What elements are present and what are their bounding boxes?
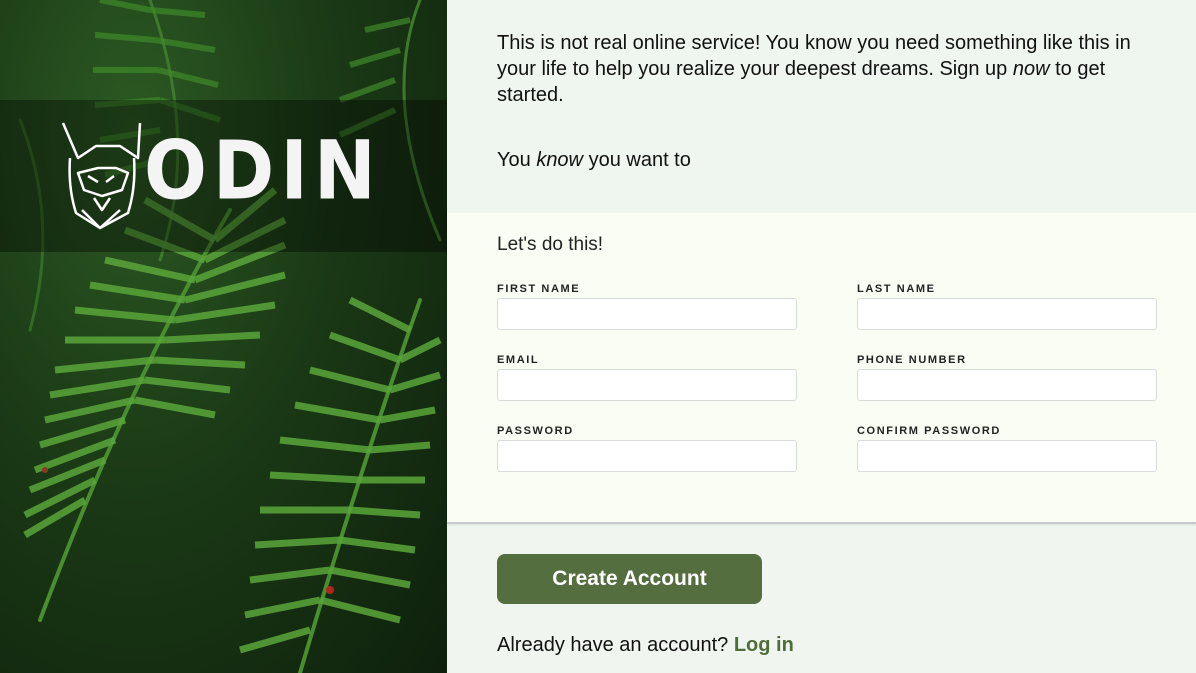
confirm-password-label: CONFIRM PASSWORD xyxy=(857,425,1001,437)
subline-end: you want to xyxy=(583,149,691,171)
intro-text-emphasis: now xyxy=(1012,58,1050,80)
subline-start: You xyxy=(497,149,537,171)
login-link[interactable]: Log in xyxy=(734,634,794,656)
actions-section: Create Account Already have an account? … xyxy=(447,526,1196,673)
signup-panel: This is not real online service! You kno… xyxy=(447,0,1196,673)
phone-input[interactable] xyxy=(857,369,1157,401)
subline-emphasis: know xyxy=(536,149,584,171)
logo-text: ODIN xyxy=(144,123,382,219)
password-input[interactable] xyxy=(497,440,797,472)
create-account-button[interactable]: Create Account xyxy=(497,554,762,604)
login-prompt: Already have an account? Log in xyxy=(497,634,794,657)
phone-label: PHONE NUMBER xyxy=(857,354,967,366)
email-input[interactable] xyxy=(497,369,797,401)
first-name-input[interactable] xyxy=(497,298,797,330)
brand-logo: ODIN xyxy=(58,118,376,238)
login-prompt-text: Already have an account? xyxy=(497,634,729,656)
email-field: EMAIL xyxy=(497,353,797,401)
form-title: Let's do this! xyxy=(497,234,604,255)
signup-form: Let's do this! FIRST NAME LAST NAME EMAI… xyxy=(447,213,1196,524)
last-name-label: LAST NAME xyxy=(857,283,936,295)
first-name-label: FIRST NAME xyxy=(497,283,581,295)
intro-section: This is not real online service! You kno… xyxy=(447,0,1196,213)
phone-field: PHONE NUMBER xyxy=(857,353,1157,401)
confirm-password-field: CONFIRM PASSWORD xyxy=(857,424,1157,472)
last-name-input[interactable] xyxy=(857,298,1157,330)
email-label: EMAIL xyxy=(497,354,540,366)
password-label: PASSWORD xyxy=(497,425,574,437)
hero-panel: ODIN xyxy=(0,0,447,673)
password-field: PASSWORD xyxy=(497,424,797,472)
intro-subline: You know you want to xyxy=(497,147,691,173)
first-name-field: FIRST NAME xyxy=(497,282,797,330)
last-name-field: LAST NAME xyxy=(857,282,1157,330)
intro-text: This is not real online service! You kno… xyxy=(497,30,1137,108)
confirm-password-input[interactable] xyxy=(857,440,1157,472)
